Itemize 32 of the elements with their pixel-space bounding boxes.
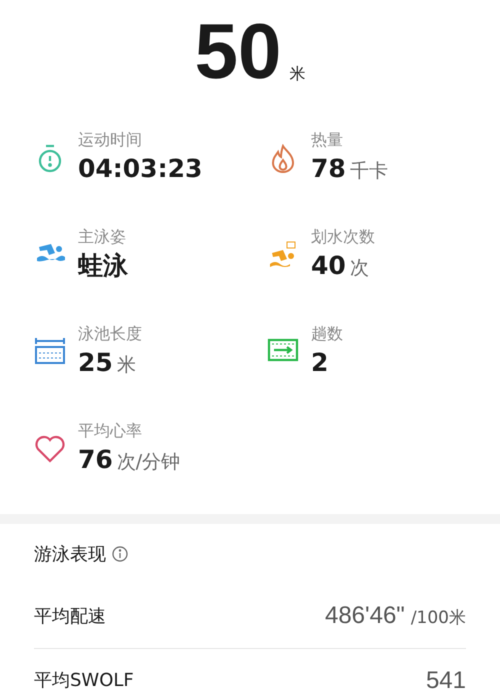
stat-value: 2	[311, 348, 328, 378]
flame-icon	[270, 144, 296, 174]
stat-unit: 次	[350, 256, 369, 281]
heart-icon	[34, 435, 66, 463]
stat-value: 蛙泳	[78, 251, 128, 281]
stat-unit: 次/分钟	[116, 450, 180, 475]
distance-value: 50	[194, 12, 282, 90]
metric-label: 平均配速	[34, 604, 106, 628]
stat-label: 平均心率	[78, 421, 143, 441]
lap-icon	[267, 338, 299, 362]
stat-value: 25	[78, 348, 113, 378]
stat-unit: 千卡	[350, 159, 388, 184]
pool-icon	[34, 338, 66, 366]
stopwatch-icon	[37, 144, 63, 174]
stat-label: 主泳姿	[78, 227, 127, 247]
stat-value: 76	[78, 445, 113, 475]
section-title: 游泳表现	[34, 542, 106, 566]
stat-label: 划水次数	[311, 227, 375, 247]
stat-label: 趟数	[311, 324, 343, 344]
stat-value: 78	[311, 154, 346, 184]
metric-value: 541	[426, 666, 466, 694]
stat-label: 运动时间	[78, 130, 143, 150]
stat-value: 04:03:23	[78, 154, 202, 184]
info-icon[interactable]	[112, 546, 128, 562]
stat-value: 40	[311, 251, 346, 281]
metric-unit: /100米	[410, 607, 466, 630]
metric-value: 486'46"	[324, 601, 405, 631]
stat-label: 热量	[311, 130, 344, 150]
distance-unit: 米	[289, 63, 306, 85]
metric-label: 平均SWOLF	[34, 669, 134, 693]
stat-unit: 米	[116, 353, 136, 378]
stat-label: 泳池长度	[78, 324, 142, 344]
